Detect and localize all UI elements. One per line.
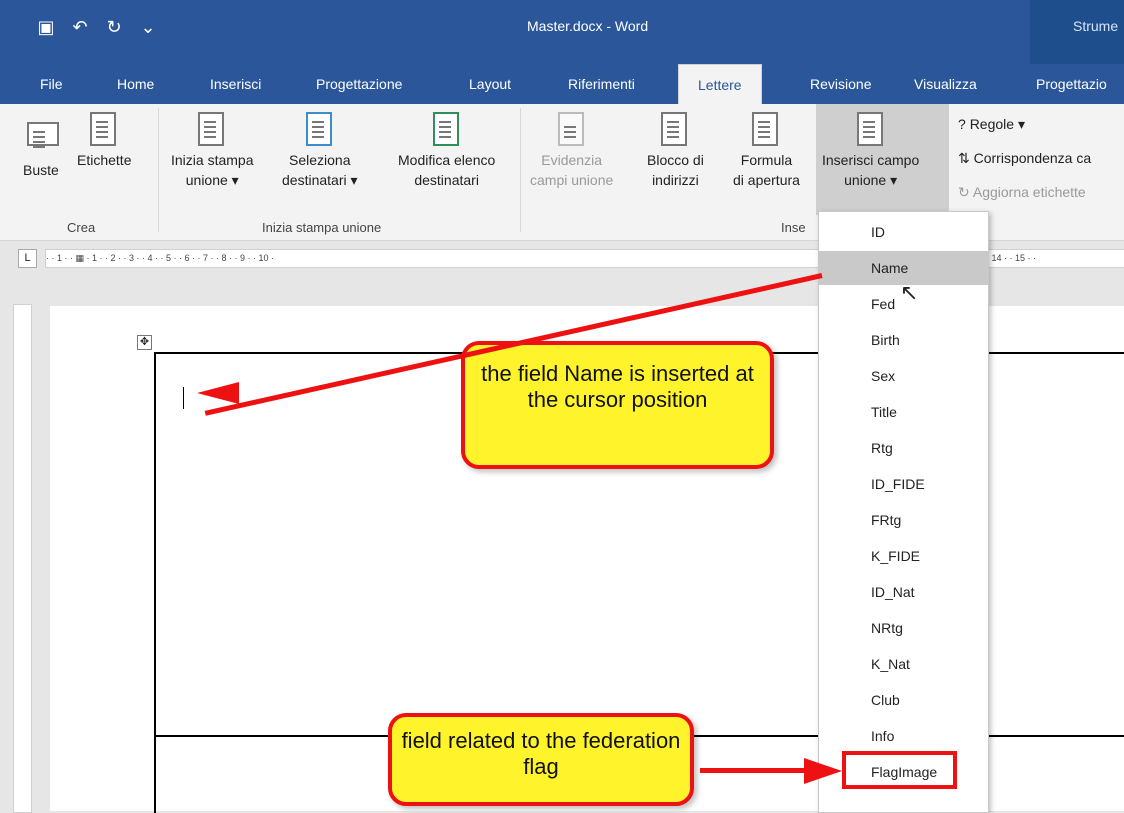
field-sex[interactable]: Sex bbox=[819, 359, 988, 393]
match-fields-icon: ⇅ bbox=[958, 150, 970, 166]
tab-lettere[interactable]: Lettere bbox=[678, 64, 762, 105]
name-field-callout-text: the field Name is inserted at the cursor… bbox=[481, 361, 754, 412]
field-club[interactable]: Club bbox=[819, 683, 988, 717]
undo-icon[interactable]: ↶ bbox=[68, 16, 92, 38]
flagimage-highlight bbox=[842, 751, 957, 789]
group-label-inserisci: Inse bbox=[781, 220, 806, 235]
inserisci-campo-unione-button[interactable]: Inserisci campo unione ▾ bbox=[822, 112, 919, 190]
formula-label-2: di apertura bbox=[733, 172, 800, 188]
formula-label-1: Formula bbox=[740, 152, 793, 168]
etichette-button[interactable]: Etichette bbox=[77, 112, 131, 170]
text-cursor bbox=[183, 387, 184, 409]
field-id-nat[interactable]: ID_Nat bbox=[819, 575, 988, 609]
blocco-indirizzi-button[interactable]: Blocco di indirizzi bbox=[647, 112, 704, 190]
insert-field-icon bbox=[856, 112, 885, 146]
field-k-nat[interactable]: K_Nat bbox=[819, 647, 988, 681]
tab-home[interactable]: Home bbox=[117, 64, 154, 104]
inserisci-label-2: unione ▾ bbox=[844, 172, 898, 188]
save-icon[interactable]: ▣ bbox=[34, 16, 58, 38]
tab-progettazione-table[interactable]: Progettazio bbox=[1036, 64, 1107, 104]
blocco-label-1: Blocco di bbox=[647, 152, 704, 168]
inizia-label-2: unione ▾ bbox=[185, 172, 239, 188]
quick-access-toolbar: ▣ ↶ ↻ ⌄ bbox=[34, 16, 160, 38]
inizia-label-1: Inizia stampa bbox=[171, 152, 254, 168]
seleziona-destinatari-button[interactable]: Seleziona destinatari ▾ bbox=[282, 112, 358, 190]
redo-icon[interactable]: ↻ bbox=[102, 16, 126, 38]
field-id-fide[interactable]: ID_FIDE bbox=[819, 467, 988, 501]
inizia-stampa-unione-button[interactable]: Inizia stampa unione ▾ bbox=[171, 112, 253, 190]
window-title: Master.docx - Word bbox=[527, 18, 649, 34]
modifica-elenco-destinatari-button[interactable]: Modifica elenco destinatari bbox=[398, 112, 495, 190]
regole-button[interactable]: ? Regole ▾ bbox=[958, 116, 1025, 133]
field-title[interactable]: Title bbox=[819, 395, 988, 429]
envelope-icon bbox=[26, 122, 59, 156]
field-frtg[interactable]: FRtg bbox=[819, 503, 988, 537]
merge-document-icon bbox=[198, 112, 226, 146]
field-rtg[interactable]: Rtg bbox=[819, 431, 988, 465]
seleziona-label-2: destinatari ▾ bbox=[282, 172, 358, 188]
modifica-label-1: Modifica elenco bbox=[398, 152, 496, 168]
ribbon-tabs: File Home Inserisci Progettazione Layout… bbox=[0, 64, 1124, 105]
aggiorna-etichette-button[interactable]: ↻ Aggiorna etichette bbox=[958, 184, 1086, 201]
name-field-arrowhead bbox=[197, 382, 239, 404]
field-birth[interactable]: Birth bbox=[819, 323, 988, 357]
modifica-label-2: destinatari bbox=[414, 172, 479, 188]
field-nrtg[interactable]: NRtg bbox=[819, 611, 988, 645]
greeting-line-icon bbox=[752, 112, 780, 146]
field-id[interactable]: ID bbox=[819, 215, 988, 249]
tab-visualizza[interactable]: Visualizza bbox=[914, 64, 977, 104]
blocco-label-2: indirizzi bbox=[652, 172, 699, 188]
contextual-tools-tab[interactable]: Strume bbox=[1030, 0, 1124, 64]
buste-button[interactable]: Buste bbox=[23, 112, 59, 180]
formula-apertura-button[interactable]: Formula di apertura bbox=[733, 112, 800, 190]
address-block-icon bbox=[661, 112, 689, 146]
corrispondenza-button[interactable]: ⇅ Corrispondenza ca bbox=[958, 150, 1091, 167]
update-labels-icon: ↻ bbox=[958, 184, 970, 200]
highlight-fields-icon bbox=[557, 112, 586, 146]
ribbon-separator bbox=[520, 108, 521, 232]
flag-field-arrowhead bbox=[804, 758, 842, 784]
recipients-icon bbox=[305, 112, 334, 146]
tab-inserisci[interactable]: Inserisci bbox=[210, 64, 261, 104]
flag-field-callout: field related to the federation flag bbox=[388, 713, 694, 806]
flag-field-callout-text: field related to the federation flag bbox=[401, 728, 681, 779]
group-label-crea: Crea bbox=[67, 220, 96, 235]
name-field-callout: the field Name is inserted at the cursor… bbox=[461, 341, 774, 469]
group-label-inizia: Inizia stampa unione bbox=[262, 220, 382, 235]
flag-field-arrow bbox=[700, 768, 810, 773]
table-move-handle-icon[interactable]: ✥ bbox=[137, 335, 152, 350]
etichette-label: Etichette bbox=[77, 152, 132, 168]
tab-file[interactable]: File bbox=[40, 64, 63, 104]
tab-revisione[interactable]: Revisione bbox=[810, 64, 871, 104]
evidenzia-label-1: Evidenzia bbox=[541, 152, 602, 168]
customize-icon[interactable]: ⌄ bbox=[136, 16, 160, 38]
seleziona-label-1: Seleziona bbox=[289, 152, 351, 168]
edit-recipients-icon bbox=[432, 112, 461, 146]
mouse-pointer-icon: ↖ bbox=[900, 280, 919, 305]
rules-icon: ? bbox=[958, 116, 966, 132]
field-info[interactable]: Info bbox=[819, 719, 988, 753]
tab-riferimenti[interactable]: Riferimenti bbox=[568, 64, 635, 104]
vertical-ruler[interactable] bbox=[13, 304, 32, 813]
tab-progettazione[interactable]: Progettazione bbox=[316, 64, 402, 104]
title-bar: ▣ ↶ ↻ ⌄ Master.docx - Word Strume bbox=[0, 0, 1124, 64]
evidenzia-campi-unione-button[interactable]: Evidenzia campi unione bbox=[530, 112, 613, 190]
field-k-fide[interactable]: K_FIDE bbox=[819, 539, 988, 573]
tab-layout[interactable]: Layout bbox=[469, 64, 511, 104]
labels-icon bbox=[90, 112, 118, 146]
inserisci-label-1: Inserisci campo bbox=[822, 152, 920, 168]
tab-selector-icon[interactable]: L bbox=[18, 249, 37, 268]
evidenzia-label-2: campi unione bbox=[530, 172, 614, 188]
ribbon-separator bbox=[158, 108, 159, 232]
buste-label: Buste bbox=[23, 162, 59, 178]
